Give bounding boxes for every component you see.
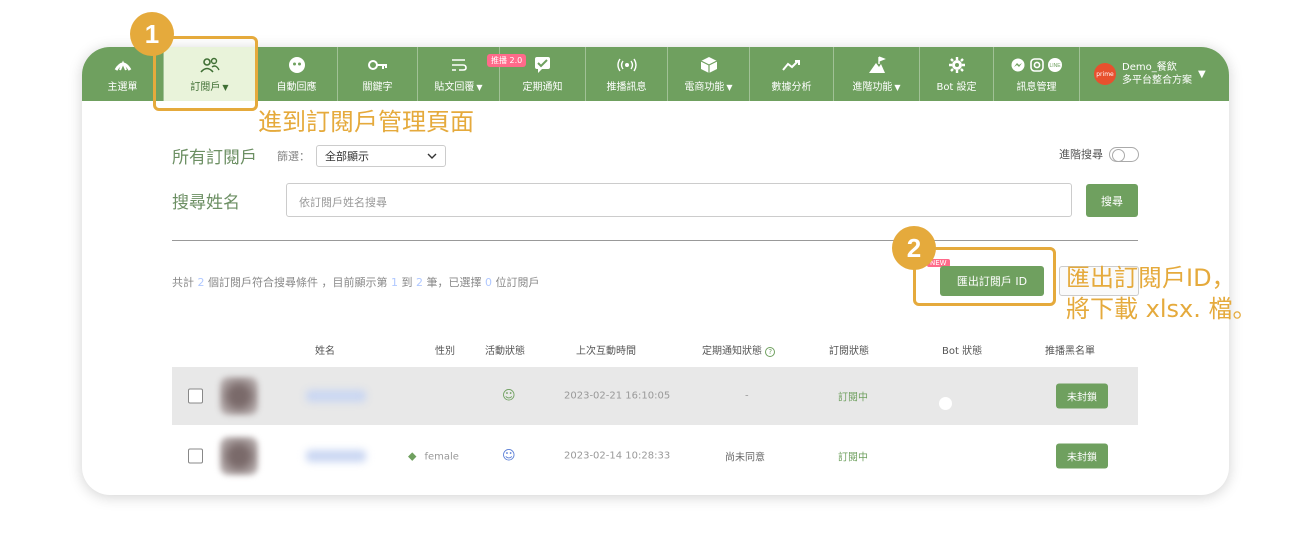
nav-message-management[interactable]: LINE 訊息管理	[994, 47, 1080, 101]
messenger-icon: LINE	[1011, 55, 1063, 75]
last-interaction-time: 2023-02-21 16:10:05	[564, 390, 671, 402]
broadcast-icon	[616, 55, 637, 75]
smile-icon: ☺	[502, 448, 516, 464]
account-logo: prime	[1094, 63, 1116, 85]
avatar	[220, 377, 258, 415]
row-checkbox[interactable]	[188, 388, 203, 404]
notify-status: 尚未同意	[725, 452, 765, 464]
account-switcher[interactable]: prime Demo_餐飲 多平台整合方案 ▼	[1080, 47, 1229, 101]
new-feature-badge: 推播 2.0	[487, 54, 527, 67]
nav-auto-reply[interactable]: 自動回應	[256, 47, 338, 101]
caret-down-icon: ▼	[726, 83, 733, 92]
subscription-status: 訂閱中	[838, 392, 868, 404]
caret-down-icon: ▼	[1198, 68, 1206, 80]
caret-down-icon: ▼	[476, 83, 483, 92]
step-1-badge: 1	[130, 12, 174, 56]
result-summary: 共計 2 個訂閱戶符合搜尋條件 ，目前顯示第 1 到 2 筆，已選擇 0 位訂閱…	[172, 276, 540, 289]
svg-text:LINE: LINE	[1049, 63, 1061, 69]
step-2-note-line2: 將下載 xlsx. 檔。	[1066, 295, 1257, 323]
subscriber-name[interactable]	[306, 450, 366, 462]
search-label: 搜尋姓名	[172, 193, 240, 213]
filter-label: 篩選：	[277, 149, 310, 163]
advanced-search-label: 進階搜尋	[1059, 148, 1103, 161]
nav-broadcast[interactable]: 推播訊息	[586, 47, 668, 101]
filter-select[interactable]: 全部顯示	[316, 144, 446, 167]
divider	[172, 240, 1138, 241]
gear-icon	[948, 55, 966, 75]
gender-value: ◆ female	[408, 449, 459, 463]
wrap-icon	[451, 55, 467, 75]
col-gender: 性別	[435, 346, 455, 357]
col-name: 姓名	[315, 346, 335, 357]
nav-ecommerce[interactable]: 電商功能 ▼	[668, 47, 750, 101]
chart-icon	[781, 55, 802, 75]
box-icon	[700, 55, 718, 75]
subscriber-name[interactable]	[306, 390, 366, 402]
step-2-badge: 2	[892, 226, 936, 270]
col-notify-status: 定期通知狀態 ?	[702, 342, 776, 357]
notify-icon	[534, 55, 552, 75]
table-row[interactable]: ☺ 2023-02-21 16:10:05 - 訂閱中 未封鎖	[172, 367, 1138, 425]
subscription-status: 訂閱中	[838, 452, 868, 464]
col-activity: 活動狀態	[485, 346, 525, 357]
last-interaction-time: 2023-02-14 10:28:33	[564, 450, 671, 462]
smile-icon: ☺	[502, 388, 516, 404]
advanced-search: 進階搜尋	[1059, 146, 1139, 162]
search-button[interactable]: 搜尋	[1086, 184, 1138, 217]
col-blacklist: 推播黑名單	[1045, 346, 1095, 357]
account-plan: 多平台整合方案	[1122, 75, 1192, 86]
col-last-interaction: 上次互動時間	[576, 346, 636, 357]
blacklist-button[interactable]: 未封鎖	[1056, 443, 1108, 469]
nav-analytics[interactable]: 數據分析	[750, 47, 834, 101]
app-window: 主選單 訂閱戶 ▼ 自動回應 關鍵字 貼文回覆 ▼ 定期通知 推播訊息 電商功能…	[82, 47, 1229, 495]
key-icon	[367, 55, 388, 75]
step-2-note-line1: 匯出訂閱戶ID，	[1066, 264, 1236, 292]
avatar	[220, 437, 258, 475]
mountain-icon	[868, 55, 886, 75]
nav-advanced[interactable]: 進階功能 ▼	[834, 47, 920, 101]
notify-status: -	[745, 390, 749, 402]
advanced-search-toggle[interactable]	[1109, 146, 1139, 162]
page-title: 所有訂閱戶	[172, 148, 257, 168]
nav-bot-settings[interactable]: Bot 設定	[920, 47, 994, 101]
tag-icon[interactable]: ◆	[408, 450, 416, 463]
col-bot-status: Bot 狀態	[942, 346, 983, 357]
table-row[interactable]: ◆ female ☺ 2023-02-14 10:28:33 尚未同意 訂閱中 未…	[172, 427, 1138, 485]
step-1-note: 進到訂閱戶管理頁面	[258, 108, 474, 136]
row-checkbox[interactable]	[188, 448, 203, 464]
nav-keywords[interactable]: 關鍵字	[338, 47, 418, 101]
account-name: Demo_餐飲	[1122, 62, 1177, 73]
robot-icon	[288, 55, 306, 75]
caret-down-icon: ▼	[894, 83, 901, 92]
blacklist-button[interactable]: 未封鎖	[1056, 383, 1108, 409]
col-subscription: 訂閱狀態	[829, 346, 869, 357]
chevron-down-icon	[427, 153, 437, 159]
spark-icon	[114, 55, 132, 75]
search-input[interactable]: 依訂閱戶姓名搜尋	[286, 183, 1072, 217]
help-icon[interactable]: ?	[765, 347, 776, 357]
